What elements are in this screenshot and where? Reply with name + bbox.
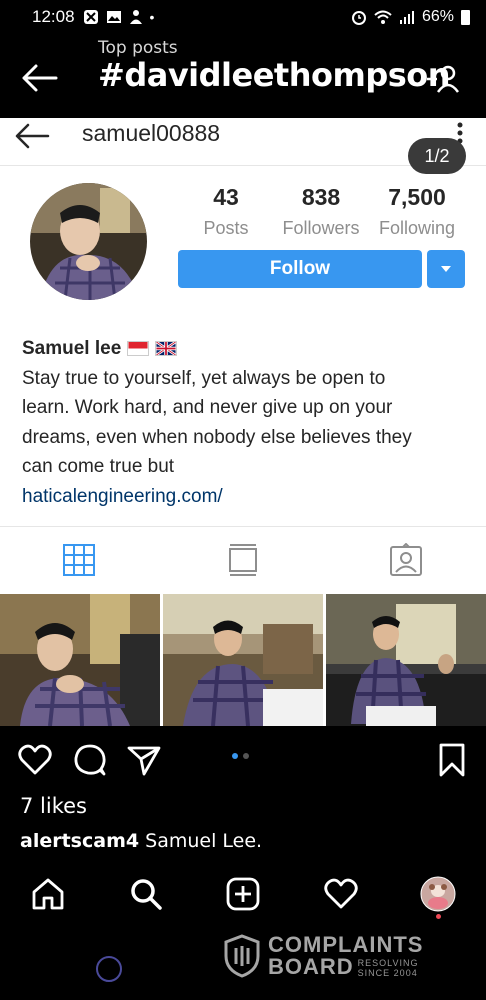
uk-flag-icon bbox=[155, 341, 178, 357]
stat-following: 7,500 Following bbox=[372, 184, 462, 239]
watermark-sub2: SINCE 2004 bbox=[357, 968, 418, 978]
gallery-icon bbox=[106, 11, 121, 23]
carousel-dot-active bbox=[232, 753, 238, 759]
watermark-line1: COMPLAINTS bbox=[268, 932, 424, 957]
carousel-dot bbox=[243, 753, 249, 759]
stat-number: 838 bbox=[301, 184, 341, 210]
bottom-navigation bbox=[0, 866, 486, 922]
recent-apps-icon[interactable] bbox=[96, 956, 122, 982]
search-icon[interactable] bbox=[128, 876, 164, 912]
image-counter: 1/2 bbox=[408, 138, 466, 174]
share-icon[interactable] bbox=[126, 742, 162, 778]
watermark-line2: BOARD bbox=[268, 954, 354, 979]
stat-label: Posts bbox=[203, 218, 249, 238]
follow-hashtag-icon[interactable] bbox=[426, 64, 460, 94]
app-notification-icon bbox=[83, 10, 98, 24]
header-subtitle: Top posts bbox=[98, 38, 178, 58]
indonesia-flag-icon bbox=[127, 341, 150, 357]
more-notifications-dot: • bbox=[149, 9, 155, 25]
grid-photo bbox=[0, 594, 160, 726]
caption-text: Samuel Lee. bbox=[139, 830, 263, 852]
post-actions: 7 likes alertscam4 Samuel Lee. bbox=[0, 726, 486, 866]
stat-number: 43 bbox=[213, 184, 239, 210]
grid-photo bbox=[163, 594, 323, 726]
profile-tabs bbox=[0, 526, 486, 594]
stat-followers: 838 Followers bbox=[274, 184, 368, 239]
stat-posts: 43 Posts bbox=[182, 184, 270, 239]
profile-display-name: Samuel lee bbox=[22, 334, 472, 364]
new-post-icon[interactable] bbox=[225, 876, 261, 912]
profile-screenshot[interactable]: samuel00888 1/2 43 Posts 838 Followers 7… bbox=[0, 118, 486, 726]
chevron-down-icon bbox=[441, 266, 451, 272]
status-notification-icons: • bbox=[83, 9, 155, 25]
back-arrow-icon[interactable] bbox=[20, 62, 58, 94]
bio-line: learn. Work hard, and never give up on y… bbox=[22, 397, 393, 418]
signal-icon bbox=[399, 11, 414, 24]
post-caption: alertscam4 Samuel Lee. bbox=[20, 830, 262, 852]
bookmark-icon[interactable] bbox=[434, 742, 470, 778]
grid-photo bbox=[326, 594, 486, 726]
bio-line: can come true but bbox=[22, 456, 175, 477]
hashtag-header: Top posts #davidleethompson bbox=[0, 34, 486, 118]
profile-avatar-tab[interactable] bbox=[420, 876, 456, 912]
bio-line: Stay true to yourself, yet always be ope… bbox=[22, 367, 386, 389]
person-notification-icon bbox=[129, 10, 142, 24]
stat-number: 7,500 bbox=[388, 184, 446, 210]
profile-username: samuel00888 bbox=[82, 120, 221, 146]
status-time: 12:08 bbox=[32, 7, 75, 26]
follow-button: Follow bbox=[178, 250, 422, 288]
display-name-text: Samuel lee bbox=[22, 338, 122, 359]
tagged-photos-icon bbox=[390, 543, 422, 576]
stat-label: Following bbox=[378, 218, 456, 238]
bio-line: dreams, even when nobody else believes t… bbox=[22, 426, 412, 448]
profile-avatar bbox=[30, 183, 147, 300]
status-bar: 12:08 • 66% bbox=[0, 0, 486, 34]
carousel-indicator bbox=[232, 753, 249, 759]
battery-percentage: 66% bbox=[421, 8, 454, 25]
shield-logo-icon bbox=[224, 934, 260, 978]
activity-heart-icon[interactable] bbox=[323, 876, 359, 912]
wifi-icon bbox=[374, 10, 392, 24]
bio-website-link: haticalengineering.com/ bbox=[22, 485, 223, 507]
watermark-sub1: RESOLVING bbox=[357, 958, 419, 968]
heart-icon[interactable] bbox=[17, 742, 53, 778]
grid-view-icon bbox=[63, 544, 95, 576]
status-system-icons: 66% bbox=[351, 8, 470, 26]
caption-username[interactable]: alertscam4 bbox=[20, 830, 139, 852]
home-icon[interactable] bbox=[30, 876, 66, 912]
notification-dot bbox=[436, 914, 441, 919]
feed-view-icon bbox=[229, 544, 257, 576]
photo-grid bbox=[0, 594, 486, 726]
profile-bio: Samuel lee Stay true to yourself, yet al… bbox=[22, 334, 472, 511]
suggestions-dropdown-button bbox=[427, 250, 465, 288]
stat-label: Followers bbox=[282, 218, 360, 238]
comment-icon[interactable] bbox=[72, 742, 108, 778]
alarm-icon bbox=[351, 11, 366, 25]
hashtag-title: #davidleethompson bbox=[98, 56, 451, 94]
profile-back-arrow-icon bbox=[15, 123, 50, 149]
battery-icon bbox=[461, 9, 470, 25]
complaints-board-watermark: COMPLAINTS BOARD RESOLVING SINCE 2004 bbox=[224, 934, 423, 978]
likes-count[interactable]: 7 likes bbox=[20, 794, 87, 818]
